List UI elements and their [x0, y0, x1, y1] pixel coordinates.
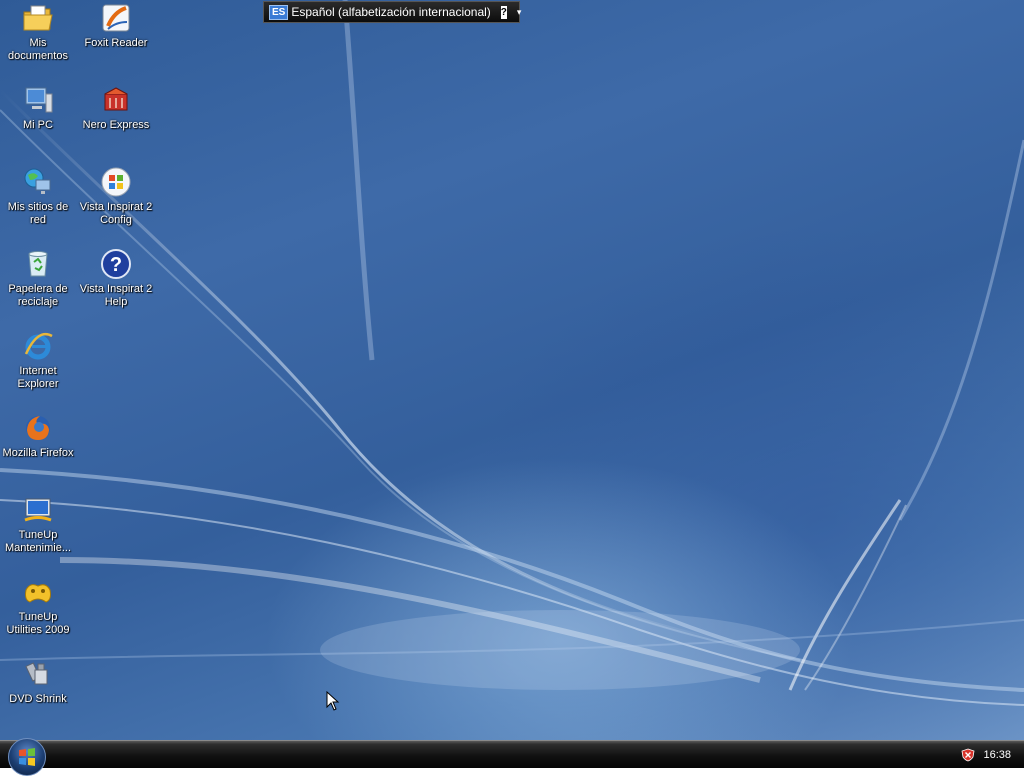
language-code-badge[interactable]: ES [269, 4, 289, 20]
taskbar[interactable]: 16:38 [0, 738, 1024, 776]
desktop-icon-my-computer[interactable]: Mi PC [0, 84, 76, 132]
desktop-icon-label: Mis documentos [8, 37, 68, 62]
desktop-icon-internet-explorer[interactable]: Internet Explorer [0, 330, 76, 391]
tuneup-gamepad-icon [25, 584, 51, 603]
desktop-icon-foxit-reader[interactable]: Foxit Reader [78, 2, 154, 50]
nero-express-icon [104, 87, 128, 111]
recycle-bin-icon [28, 251, 48, 277]
desktop-icon-label: Foxit Reader [84, 37, 148, 49]
desktop-icon-nero-express[interactable]: Nero Express [78, 84, 154, 132]
foxit-reader-icon [102, 4, 130, 32]
firefox-icon [26, 416, 50, 440]
svg-text:?: ? [110, 254, 122, 276]
mouse-cursor-icon [326, 691, 340, 711]
desktop-icon-vista-inspirat-config[interactable]: Vista Inspirat 2 Config [78, 166, 154, 227]
help-icon[interactable]: ? [500, 5, 507, 19]
desktop-icon-label: TuneUp Mantenimie... [4, 529, 72, 554]
start-button[interactable] [8, 738, 46, 776]
dvd-shrink-icon [25, 662, 48, 685]
windows-logo-icon [101, 167, 131, 197]
desktop-icon-label: Vista Inspirat 2 Config [79, 201, 153, 226]
folder-documents-icon [23, 5, 53, 31]
desktop-icon-dvd-shrink[interactable]: DVD Shrink [0, 658, 76, 706]
desktop-icon-network-places[interactable]: Mis sitios de red [0, 166, 76, 227]
computer-icon [25, 87, 53, 113]
desktop-icon-label: Papelera de reciclaje [8, 283, 68, 308]
windows-orb-icon [19, 748, 35, 766]
desktop-icon-tuneup-maintenance[interactable]: TuneUp Mantenimie... [0, 494, 76, 555]
desktop-icon-vista-inspirat-help[interactable]: ? Vista Inspirat 2 Help [78, 248, 154, 309]
tuneup-monitor-icon [24, 498, 52, 522]
desktop-icon-label: Internet Explorer [17, 365, 59, 390]
internet-explorer-icon [24, 332, 53, 360]
language-bar[interactable]: ES Español (alfabetización internacional… [263, 1, 522, 23]
desktop-icon-label: DVD Shrink [9, 693, 67, 705]
network-globe-icon [24, 168, 51, 194]
desktop-icon-recycle-bin[interactable]: Papelera de reciclaje [0, 248, 76, 309]
desktop-icon-label: Mozilla Firefox [2, 447, 74, 459]
desktop-icon-label: Vista Inspirat 2 Help [79, 283, 153, 308]
help-question-icon: ? [101, 249, 131, 279]
language-name[interactable]: Español (alfabetización internacional) [291, 5, 490, 19]
desktop-icon-label: Mi PC [23, 119, 53, 131]
desktop-icon-label: Mis sitios de red [7, 201, 69, 226]
desktop[interactable]: ES Español (alfabetización internacional… [0, 0, 1024, 740]
options-arrow-icon[interactable]: ▾ [517, 7, 522, 18]
desktop-icon-mozilla-firefox[interactable]: Mozilla Firefox [0, 412, 76, 460]
desktop-icon-my-documents[interactable]: Mis documentos [0, 2, 76, 63]
system-tray[interactable]: 16:38 [961, 741, 1024, 768]
clock[interactable]: 16:38 [983, 749, 1011, 761]
desktop-icon-label: TuneUp Utilities 2009 [6, 611, 70, 636]
desktop-icon-label: Nero Express [82, 119, 150, 131]
desktop-icon-tuneup-utilities[interactable]: TuneUp Utilities 2009 [0, 576, 76, 637]
security-alert-icon[interactable] [961, 748, 975, 762]
